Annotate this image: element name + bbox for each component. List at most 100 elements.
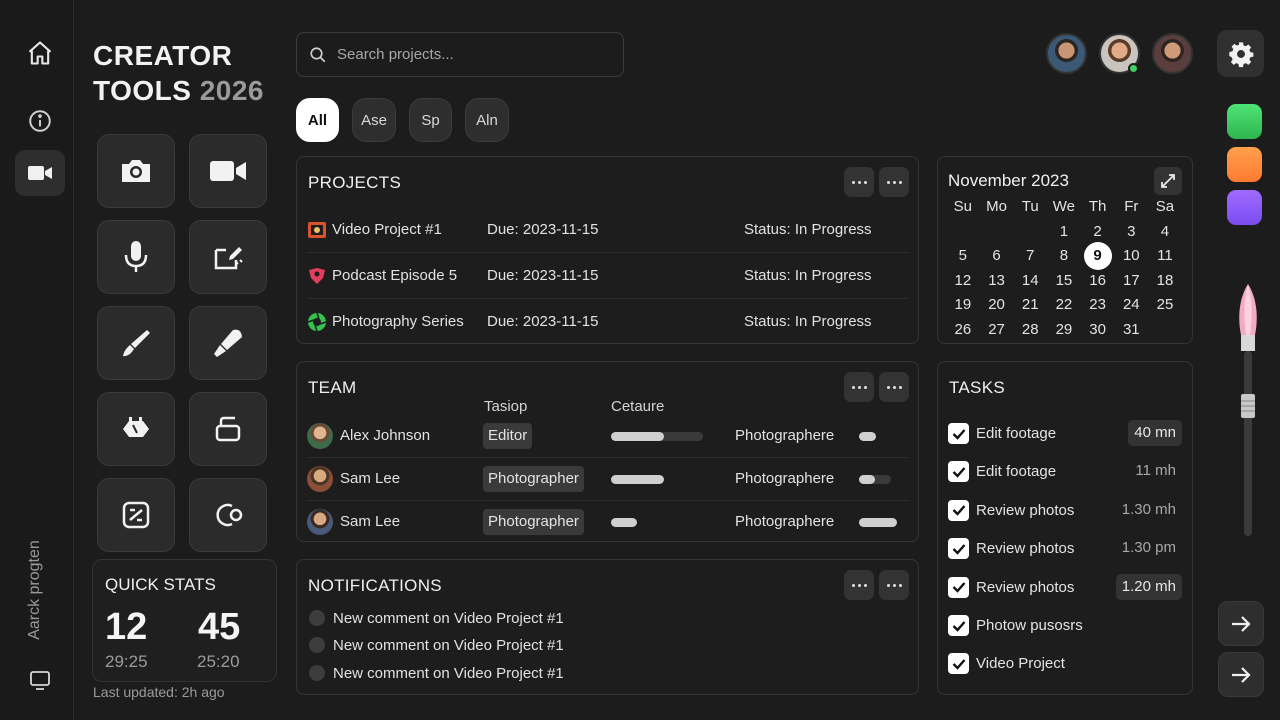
calendar-day[interactable]: 18: [1148, 269, 1182, 294]
task-item[interactable]: Review photos 1.30 pm: [948, 535, 1182, 565]
calendar-day[interactable]: 14: [1013, 269, 1047, 294]
video-camera-icon[interactable]: [15, 150, 65, 196]
checkbox[interactable]: [948, 615, 969, 636]
team-row[interactable]: Sam Lee Photographer Photographere: [307, 458, 908, 501]
notification-item[interactable]: New comment on Video Project #1: [309, 664, 564, 682]
calendar-day[interactable]: 28: [1013, 318, 1047, 343]
task-item[interactable]: Edit footage 40 mn: [948, 420, 1182, 450]
checkbox[interactable]: [948, 576, 969, 598]
color-swatch-purple[interactable]: [1227, 190, 1262, 225]
checkbox[interactable]: [948, 538, 969, 560]
calendar-day[interactable]: 7: [1013, 244, 1047, 269]
plug-tool-button[interactable]: [97, 392, 175, 466]
calendar-day[interactable]: 11: [1148, 244, 1182, 269]
project-row[interactable]: Podcast Episode 5 Due: 2023-11-15 Status…: [307, 253, 908, 299]
calendar-day[interactable]: 2: [1081, 220, 1115, 245]
color-swatch-green[interactable]: [1227, 104, 1262, 139]
filter-chip-sp[interactable]: Sp: [409, 98, 452, 142]
check-icon: [952, 505, 965, 517]
task-item[interactable]: Review photos 1.20 mh: [948, 573, 1182, 604]
team-options-button[interactable]: [879, 372, 909, 402]
record-tool-button[interactable]: [189, 478, 267, 552]
color-swatch-orange[interactable]: [1227, 147, 1262, 182]
task-item[interactable]: Edit footage 11 mh: [948, 458, 1182, 488]
calendar-day[interactable]: 19: [946, 293, 980, 318]
calendar-day[interactable]: 22: [1047, 293, 1081, 318]
checkbox[interactable]: [948, 653, 969, 675]
info-icon[interactable]: [15, 98, 65, 144]
calendar-day[interactable]: 31: [1114, 318, 1148, 343]
unread-dot: [309, 636, 325, 653]
project-name: Video Project #1: [332, 221, 442, 238]
convert-tool-button[interactable]: [97, 478, 175, 552]
checkbox[interactable]: [948, 423, 969, 444]
calendar-day[interactable]: 12: [946, 269, 980, 294]
calendar-day-selected[interactable]: 9: [1081, 242, 1115, 270]
expand-icon[interactable]: [1154, 167, 1182, 195]
team-row[interactable]: Alex Johnson Editor Photographere: [307, 415, 908, 458]
user-avatar-3[interactable]: [1152, 33, 1193, 74]
pen-tool-button[interactable]: [189, 306, 267, 380]
brush-tool-button[interactable]: [97, 306, 175, 380]
calendar-day[interactable]: 16: [1081, 269, 1115, 294]
project-row[interactable]: Video Project #1 Due: 2023-11-15 Status:…: [307, 207, 908, 253]
notification-item[interactable]: New comment on Video Project #1: [309, 609, 564, 627]
calendar-day[interactable]: 20: [980, 293, 1014, 318]
calendar-day[interactable]: 30: [1081, 318, 1115, 343]
next-arrow-button[interactable]: [1218, 601, 1264, 646]
team-row[interactable]: Sam Lee Photographer Photographere: [307, 501, 908, 544]
team-more-button[interactable]: [844, 372, 874, 402]
calendar-day[interactable]: 21: [1013, 293, 1047, 318]
project-status: Status: In Progress: [744, 221, 872, 238]
calendar-day[interactable]: 27: [980, 318, 1014, 343]
calendar-day[interactable]: 4: [1148, 220, 1182, 245]
settings-button[interactable]: [1217, 30, 1264, 77]
projects-panel: PROJECTS Video Project #1 Due: 2023-11-1…: [296, 156, 919, 344]
filter-chip-aln[interactable]: Aln: [465, 98, 509, 142]
calendar-day[interactable]: 5: [946, 244, 980, 269]
notifications-more-button[interactable]: [844, 570, 874, 600]
projects-more-button[interactable]: [844, 167, 874, 197]
edit-frame-tool-button[interactable]: [189, 220, 267, 294]
weekday-label: We: [1052, 198, 1076, 215]
projects-options-button[interactable]: [879, 167, 909, 197]
monitor-icon[interactable]: [15, 657, 65, 703]
task-item[interactable]: Photow pusosrs: [948, 612, 1182, 642]
calendar-day[interactable]: 26: [946, 318, 980, 343]
home-icon[interactable]: [15, 30, 65, 76]
task-item[interactable]: Review photos 1.30 mh: [948, 497, 1182, 527]
calendar-day[interactable]: 8: [1047, 244, 1081, 269]
calendar-day[interactable]: 13: [980, 269, 1014, 294]
calendar-day[interactable]: 1: [1047, 220, 1081, 245]
layers-tool-button[interactable]: [189, 392, 267, 466]
filter-chip-ase[interactable]: Ase: [352, 98, 396, 142]
notifications-options-button[interactable]: [879, 570, 909, 600]
checkbox[interactable]: [948, 499, 969, 521]
notification-item[interactable]: New comment on Video Project #1: [309, 636, 564, 654]
calendar-day[interactable]: 10: [1114, 244, 1148, 269]
team-column-header-1: Tasiop: [484, 398, 528, 415]
forward-arrow-button[interactable]: [1218, 652, 1264, 697]
calendar-day[interactable]: 29: [1047, 318, 1081, 343]
calendar-day[interactable]: 6: [980, 244, 1014, 269]
calendar-day[interactable]: 17: [1114, 269, 1148, 294]
calendar-day[interactable]: 25: [1148, 293, 1182, 318]
member-name: Sam Lee: [340, 513, 401, 530]
calendar-day[interactable]: 24: [1114, 293, 1148, 318]
camera-tool-button[interactable]: [97, 134, 175, 208]
filter-chip-all[interactable]: All: [296, 98, 339, 142]
rail-vertical-label: Aarck progten: [26, 540, 44, 640]
brush-size-slider[interactable]: [1230, 280, 1266, 542]
video-tool-button[interactable]: [189, 134, 267, 208]
microphone-tool-button[interactable]: [97, 220, 175, 294]
team-column-header-2: Cetaure: [611, 398, 665, 415]
user-avatar-1[interactable]: [1046, 33, 1087, 74]
checkbox[interactable]: [948, 461, 969, 483]
project-row[interactable]: Photography Series Due: 2023-11-15 Statu…: [307, 299, 908, 345]
calendar-day[interactable]: 23: [1081, 293, 1115, 318]
calendar-day[interactable]: 15: [1047, 269, 1081, 294]
plug-icon: [123, 417, 149, 437]
task-item[interactable]: Video Project: [948, 650, 1182, 680]
search-input[interactable]: Search projects...: [296, 32, 624, 77]
calendar-day[interactable]: 3: [1114, 220, 1148, 245]
